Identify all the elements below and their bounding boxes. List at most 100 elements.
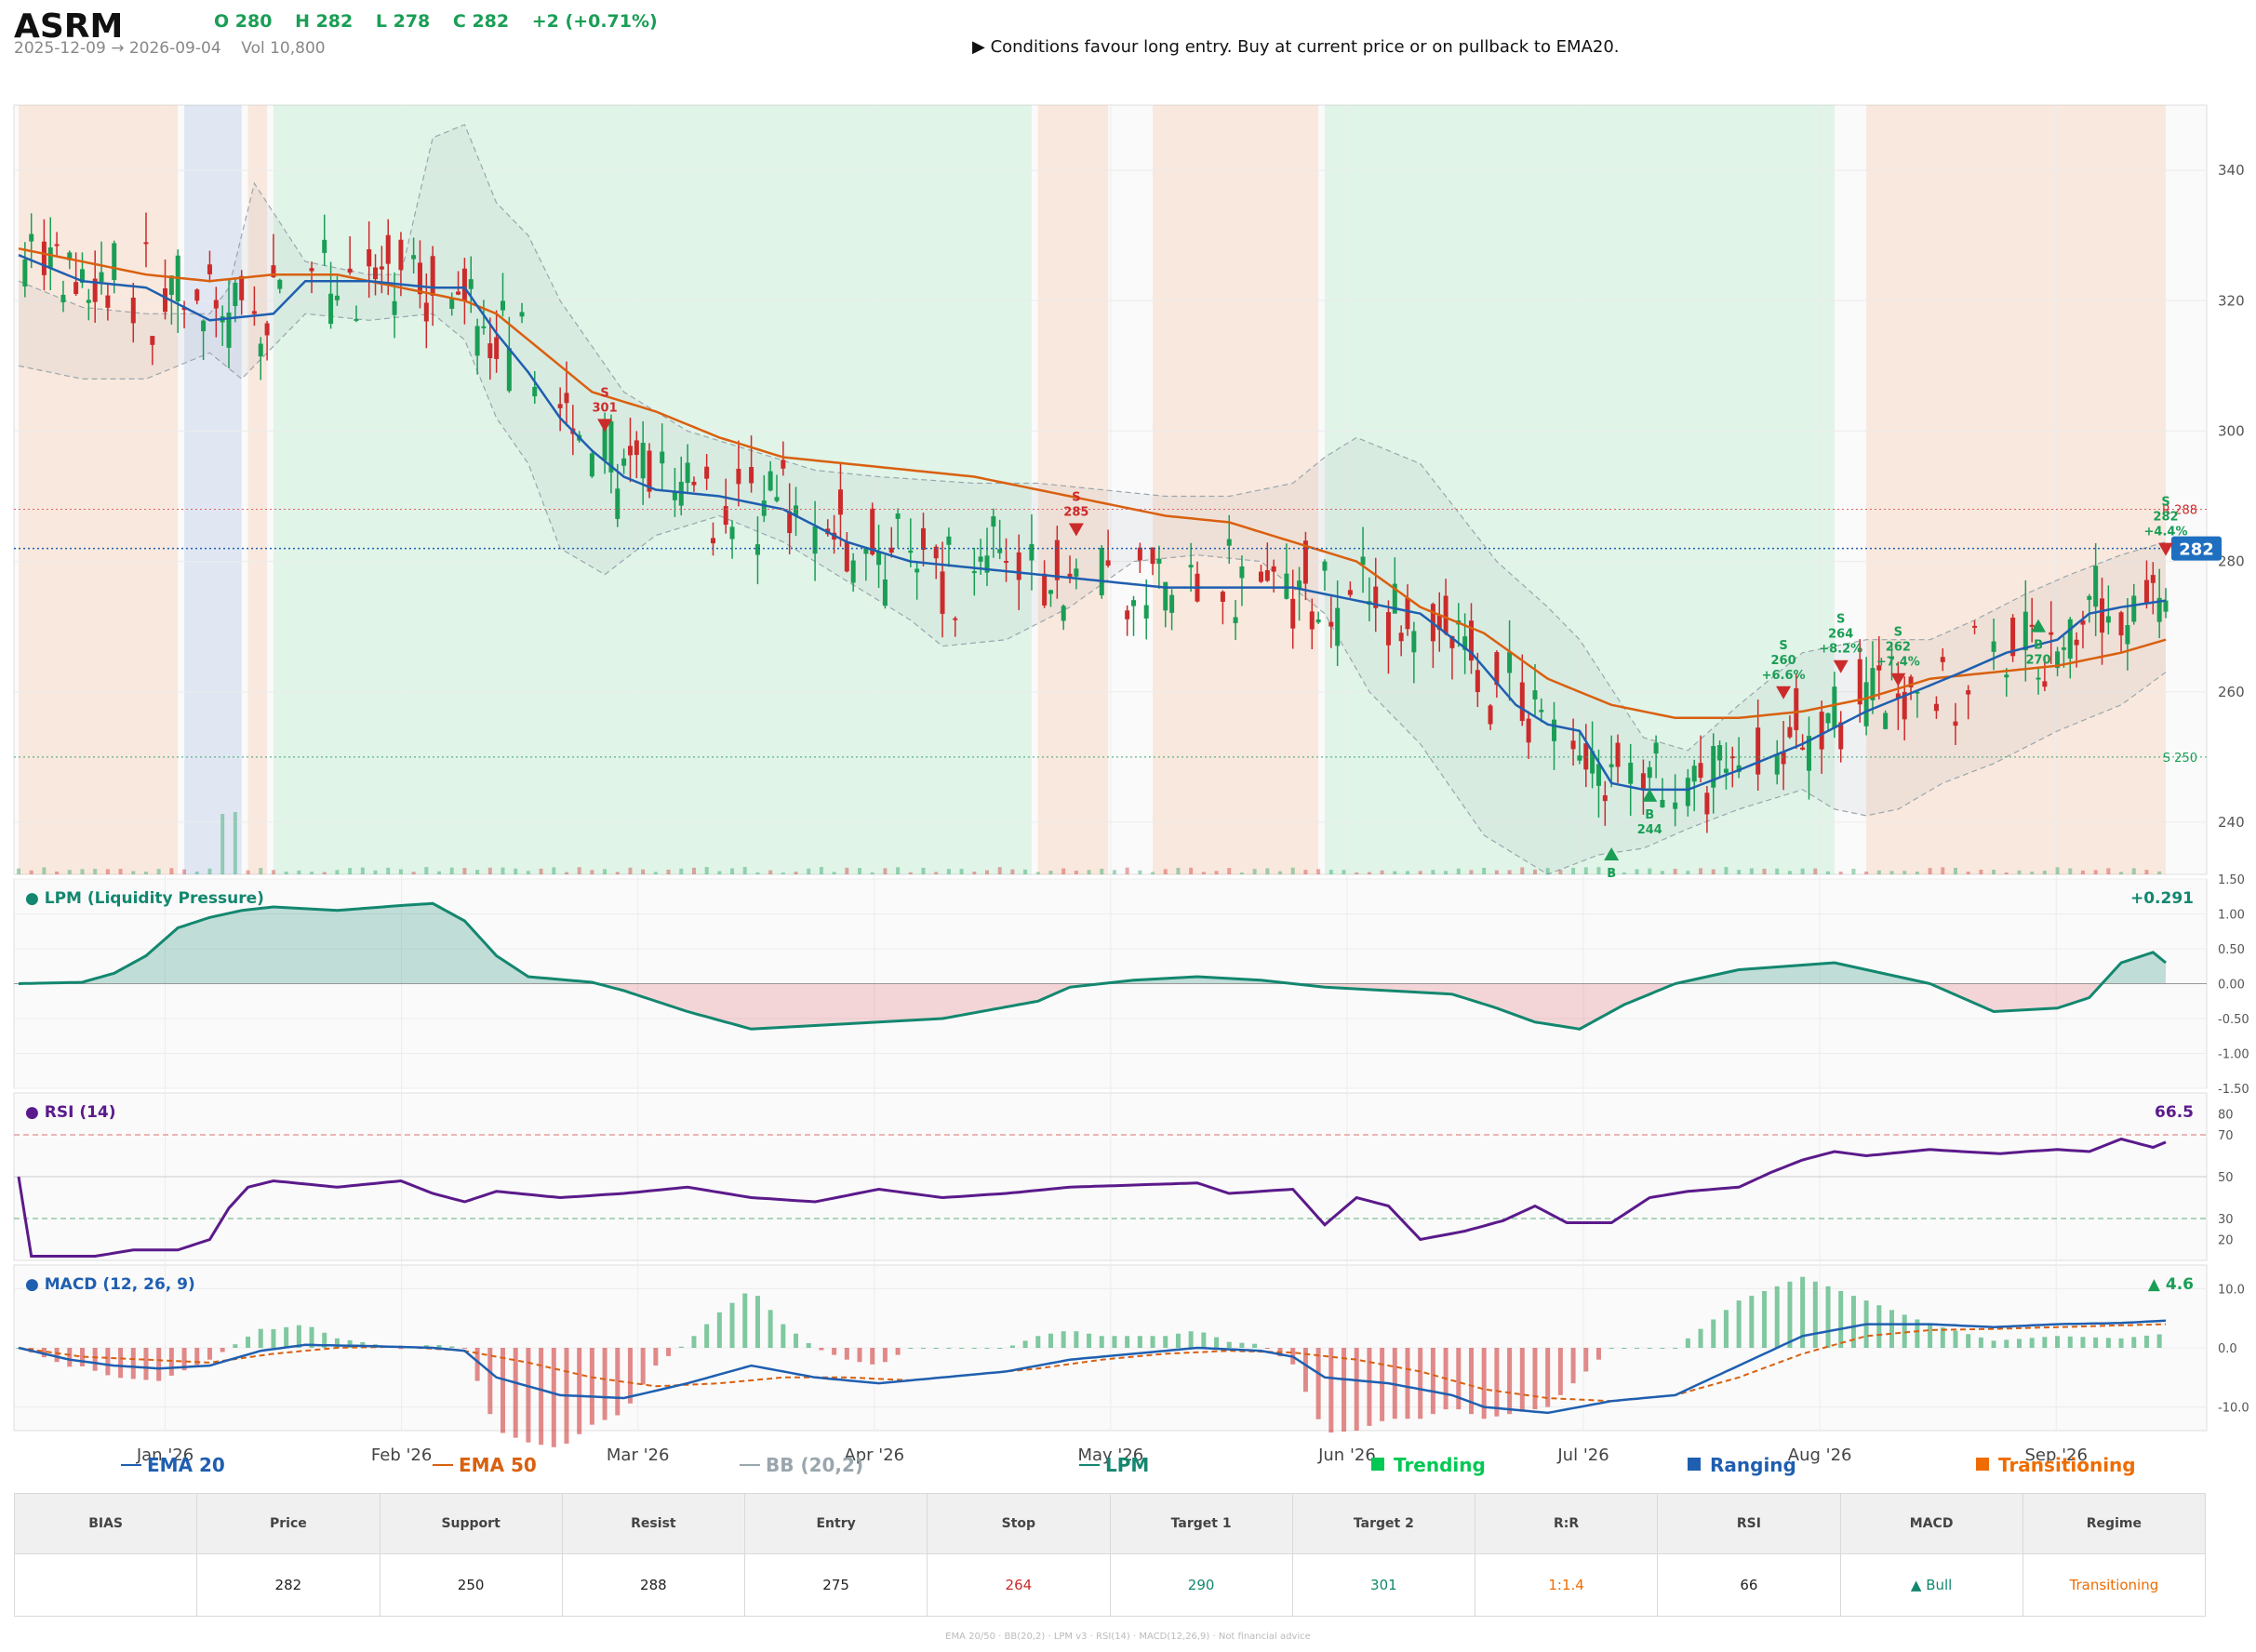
macd-hist-bar: [1685, 1338, 1690, 1348]
trade-annotation-text: 260: [1771, 654, 1796, 668]
candle-body: [2004, 674, 2009, 678]
volume-bar: [322, 872, 327, 874]
volume-bar: [934, 872, 939, 874]
volume-bar: [259, 868, 263, 874]
candle-body: [1099, 548, 1104, 595]
volume-bar: [883, 868, 888, 874]
price-tick-label: 260: [2218, 684, 2245, 700]
trade-annotation-text: 301: [593, 401, 618, 415]
volume-bar: [55, 871, 60, 874]
volume-bar: [959, 869, 964, 874]
volume-bar: [755, 872, 760, 874]
rsi-tick-label: 30: [2218, 1213, 2234, 1227]
macd-hist-bar: [2156, 1334, 2162, 1348]
macd-hist-bar: [959, 1348, 965, 1349]
volume-bar: [1380, 870, 1384, 874]
candle-body: [417, 262, 422, 295]
candle-body: [1552, 719, 1557, 741]
macd-hist-bar: [1978, 1337, 1983, 1348]
macd-hist-bar: [539, 1348, 544, 1446]
td-price: 282: [196, 1553, 380, 1617]
macd-title: ● MACD (12, 26, 9): [25, 1275, 195, 1294]
lpm-legend-label: LPM: [1105, 1454, 1149, 1476]
macd-hist-bar: [1430, 1348, 1435, 1415]
macd-hist-bar: [284, 1326, 289, 1348]
macd-hist-bar: [1456, 1348, 1462, 1410]
candle-body: [1507, 652, 1513, 673]
macd-hist-bar: [1723, 1310, 1729, 1348]
candle-body: [1004, 561, 1009, 564]
candle-body: [1405, 597, 1410, 630]
ranging-legend-label: Ranging: [1710, 1454, 1796, 1476]
candle-body: [774, 497, 780, 501]
candle-body: [1239, 566, 1245, 579]
lpm-last-value: +0.291: [2130, 889, 2194, 908]
volume-bar: [691, 867, 696, 874]
macd-hist-bar: [678, 1346, 684, 1348]
volume-bar: [590, 870, 594, 874]
candle-body: [163, 287, 168, 313]
candle-body: [494, 337, 500, 359]
macd-hist-bar: [640, 1348, 646, 1385]
candle-body: [506, 348, 512, 392]
candle-body: [54, 244, 60, 246]
candle-body: [500, 300, 505, 311]
th-resist: Resist: [561, 1493, 746, 1554]
volume-bar: [411, 872, 416, 874]
candle-body: [1832, 686, 1837, 728]
volume-bar: [552, 867, 556, 874]
trade-annotation-text: 262: [1886, 641, 1911, 655]
volume-bar: [1303, 870, 1308, 874]
volume-bar: [360, 867, 365, 874]
volume-bar: [972, 872, 977, 874]
volume-bar: [271, 870, 275, 874]
lpm-tick-label: -1.50: [2218, 1083, 2249, 1097]
td-entry: 275: [743, 1553, 928, 1617]
macd-hist-bar: [2029, 1338, 2035, 1348]
candle-body: [1857, 659, 1862, 705]
candle-body: [1609, 764, 1614, 767]
th-support: Support: [379, 1493, 563, 1554]
volume-bar: [17, 868, 20, 874]
volume-bar: [704, 867, 709, 874]
macd-hist-bar: [1774, 1286, 1780, 1348]
volume-bar: [1125, 867, 1129, 874]
volume-bar: [1915, 872, 1919, 874]
candle-body: [678, 481, 684, 506]
summary-header-row: BIAS Price Support Resist Entry Stop Tar…: [13, 1493, 2207, 1554]
candle-body: [761, 500, 767, 516]
volume-bar: [1711, 869, 1715, 874]
chart-canvas[interactable]: Jan '26 Feb '26 Mar '26 Apr '26 May '26 Jun '…: [0, 0, 2256, 1488]
candle-body: [627, 446, 633, 456]
candle-body: [1966, 690, 1971, 695]
volume-bar: [2055, 867, 2060, 874]
macd-hist-bar: [67, 1348, 73, 1367]
volume-bar: [1367, 872, 1371, 874]
candle-body: [1042, 573, 1048, 606]
macd-hist-bar: [1698, 1328, 1703, 1348]
macd-hist-bar: [704, 1324, 710, 1348]
macd-hist-bar: [819, 1348, 824, 1351]
lpm-tick-label: 0.50: [2218, 943, 2245, 957]
th-rsi: RSI: [1657, 1493, 1841, 1554]
macd-tick-label: -10.0: [2218, 1402, 2249, 1416]
candle-body: [398, 239, 404, 271]
macd-hist-bar: [1315, 1348, 1321, 1419]
regime-band-0: [19, 105, 179, 874]
th-regime: Regime: [2022, 1493, 2207, 1554]
macd-hist-bar: [105, 1348, 111, 1376]
volume-bar: [870, 872, 874, 874]
volume-bar: [946, 869, 951, 874]
macd-hist-bar: [1953, 1330, 1958, 1348]
macd-hist-bar: [1188, 1331, 1194, 1348]
macd-hist-bar: [1418, 1348, 1423, 1419]
candle-body: [1156, 558, 1162, 565]
volume-bar: [1342, 870, 1346, 874]
macd-hist-bar: [1991, 1340, 1996, 1348]
volume-bar: [1176, 867, 1181, 874]
macd-hist-bar: [1137, 1336, 1142, 1348]
macd-hist-bar: [1163, 1336, 1168, 1348]
td-target1: 290: [1109, 1553, 1293, 1617]
candle-body: [921, 527, 927, 551]
macd-hist-bar: [143, 1348, 149, 1380]
